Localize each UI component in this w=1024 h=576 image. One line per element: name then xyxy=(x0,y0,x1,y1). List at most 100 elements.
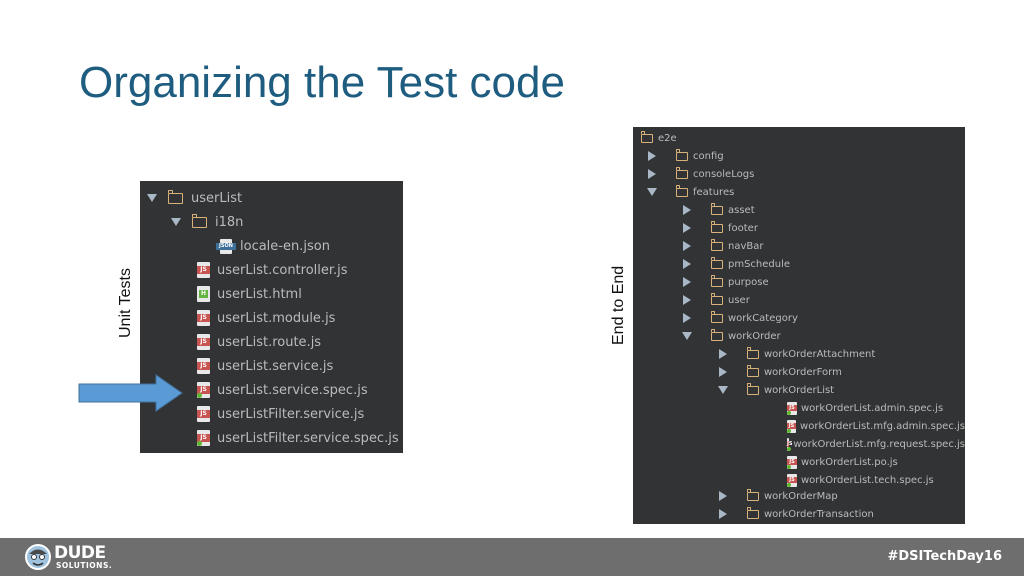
tree-item-userlist-html[interactable]: H userList.html xyxy=(140,283,403,305)
tree-item-consolelogs[interactable]: consoleLogs xyxy=(633,165,965,183)
js-spec-file-icon: JS xyxy=(197,430,210,446)
tree-item-workordermap[interactable]: workOrderMap xyxy=(633,487,965,505)
tree-item-workordertransaction[interactable]: workOrderTransaction xyxy=(633,505,965,523)
tree-item-config[interactable]: config xyxy=(633,147,965,165)
logo-text: DUDE xyxy=(54,543,106,563)
tree-item-workorderform[interactable]: workOrderForm xyxy=(633,363,965,381)
chevron-down-icon[interactable] xyxy=(718,386,728,394)
tree-item-label: userListFilter.service.spec.js xyxy=(217,430,399,446)
folder-icon xyxy=(675,148,688,161)
chevron-down-icon[interactable] xyxy=(147,194,157,202)
tree-item-label: userList xyxy=(191,190,243,206)
chevron-right-icon[interactable] xyxy=(719,367,727,377)
tree-item-features[interactable]: features xyxy=(633,183,965,201)
chevron-right-icon[interactable] xyxy=(648,151,656,161)
folder-icon xyxy=(710,256,723,269)
tree-item-label: workOrderTransaction xyxy=(764,508,874,520)
folder-icon xyxy=(746,346,759,359)
tree-item-label: config xyxy=(693,150,724,162)
chevron-right-icon[interactable] xyxy=(683,313,691,323)
js-file-icon: JS xyxy=(197,310,210,326)
js-file-icon: JS xyxy=(197,262,210,278)
tree-item-label: userList.service.spec.js xyxy=(217,382,368,398)
tree-item-label: userList.html xyxy=(217,286,302,302)
tree-item-label: userList.controller.js xyxy=(217,262,348,278)
logo-subtext: SOLUTIONS. xyxy=(56,561,113,570)
chevron-right-icon[interactable] xyxy=(683,223,691,233)
tree-item-workorderlist-po-js[interactable]: JS workOrderList.po.js xyxy=(633,453,965,471)
tree-item-workorderlist-mfg-request-spec-js[interactable]: JS workOrderList.mfg.request.spec.js xyxy=(633,435,965,453)
tree-item-label: workOrderList.mfg.admin.spec.js xyxy=(800,420,965,432)
tree-item-userlist-controller-js[interactable]: JS userList.controller.js xyxy=(140,259,403,281)
highlight-arrow-icon xyxy=(78,374,183,412)
footer-bar: DUDE SOLUTIONS. #DSITechDay16 xyxy=(0,538,1024,576)
tree-item-userlist-module-js[interactable]: JS userList.module.js xyxy=(140,307,403,329)
chevron-down-icon[interactable] xyxy=(647,188,657,196)
tree-item-user[interactable]: user xyxy=(633,291,965,309)
end-to-end-label: End to End xyxy=(610,265,627,345)
tree-item-workorderlist[interactable]: workOrderList xyxy=(633,381,965,399)
folder-icon xyxy=(746,506,759,519)
tree-item-userlist[interactable]: userList xyxy=(140,187,403,209)
tree-item-label: locale-en.json xyxy=(240,238,330,254)
tree-item-label: user xyxy=(728,294,750,306)
chevron-right-icon[interactable] xyxy=(683,295,691,305)
chevron-right-icon[interactable] xyxy=(719,509,727,519)
tree-item-label: userList.route.js xyxy=(217,334,322,350)
chevron-down-icon[interactable] xyxy=(171,218,181,226)
tree-item-footer[interactable]: footer xyxy=(633,219,965,237)
folder-icon xyxy=(710,292,723,305)
tree-item-label: workOrder xyxy=(728,330,781,342)
tree-item-label: workOrderList xyxy=(764,384,835,396)
folder-icon xyxy=(710,274,723,287)
folder-icon xyxy=(675,184,688,197)
event-hashtag: #DSITechDay16 xyxy=(887,549,1002,564)
tree-item-label: features xyxy=(693,186,735,198)
tree-item-label: workOrderForm xyxy=(764,366,842,378)
tree-item-workcategory[interactable]: workCategory xyxy=(633,309,965,327)
tree-item-label: userList.module.js xyxy=(217,310,336,326)
tree-item-locale-en-json[interactable]: JSON locale-en.json xyxy=(140,235,403,257)
folder-icon xyxy=(710,238,723,251)
tree-item-navbar[interactable]: navBar xyxy=(633,237,965,255)
folder-icon xyxy=(710,310,723,323)
folder-icon xyxy=(746,488,759,501)
chevron-right-icon[interactable] xyxy=(648,169,656,179)
chevron-right-icon[interactable] xyxy=(683,241,691,251)
tree-item-workorderlist-mfg-admin-spec-js[interactable]: JS workOrderList.mfg.admin.spec.js xyxy=(633,417,965,435)
tree-item-workorder[interactable]: workOrder xyxy=(633,327,965,345)
tree-item-label: workOrderList.admin.spec.js xyxy=(801,402,944,414)
tree-item-userlist-route-js[interactable]: JS userList.route.js xyxy=(140,331,403,353)
chevron-down-icon[interactable] xyxy=(682,332,692,340)
tree-item-asset[interactable]: asset xyxy=(633,201,965,219)
chevron-right-icon[interactable] xyxy=(719,491,727,501)
e2e-project-tree: e2e config consoleLogs features asset fo… xyxy=(633,127,965,524)
tree-item-purpose[interactable]: purpose xyxy=(633,273,965,291)
tree-item-label: userList.service.js xyxy=(217,358,334,374)
js-spec-file-icon: JS xyxy=(787,401,797,415)
folder-icon xyxy=(675,166,688,179)
folder-icon xyxy=(710,220,723,233)
tree-item-i18n[interactable]: i18n xyxy=(140,211,403,233)
tree-item-label: asset xyxy=(728,204,755,216)
folder-icon xyxy=(710,328,723,341)
chevron-right-icon[interactable] xyxy=(719,349,727,359)
js-file-icon: JS xyxy=(197,358,210,374)
tree-item-label: footer xyxy=(728,222,758,234)
tree-item-label: purpose xyxy=(728,276,769,288)
tree-item-pmschedule[interactable]: pmSchedule xyxy=(633,255,965,273)
tree-item-label: e2e xyxy=(658,132,677,144)
tree-item-label: userListFilter.service.js xyxy=(217,406,365,422)
chevron-right-icon[interactable] xyxy=(683,205,691,215)
folder-icon xyxy=(167,189,183,204)
chevron-right-icon[interactable] xyxy=(683,259,691,269)
tree-item-label: i18n xyxy=(215,214,244,230)
chevron-right-icon[interactable] xyxy=(683,277,691,287)
folder-icon xyxy=(746,382,759,395)
tree-item-e2e[interactable]: e2e xyxy=(633,129,965,147)
tree-item-label: navBar xyxy=(728,240,764,252)
tree-item-label: workOrderList.tech.spec.js xyxy=(801,474,934,486)
tree-item-workorderattachment[interactable]: workOrderAttachment xyxy=(633,345,965,363)
tree-item-workorderlist-admin-spec-js[interactable]: JS workOrderList.admin.spec.js xyxy=(633,399,965,417)
tree-item-userlistfilter-service-spec-js[interactable]: JS userListFilter.service.spec.js xyxy=(140,427,403,449)
